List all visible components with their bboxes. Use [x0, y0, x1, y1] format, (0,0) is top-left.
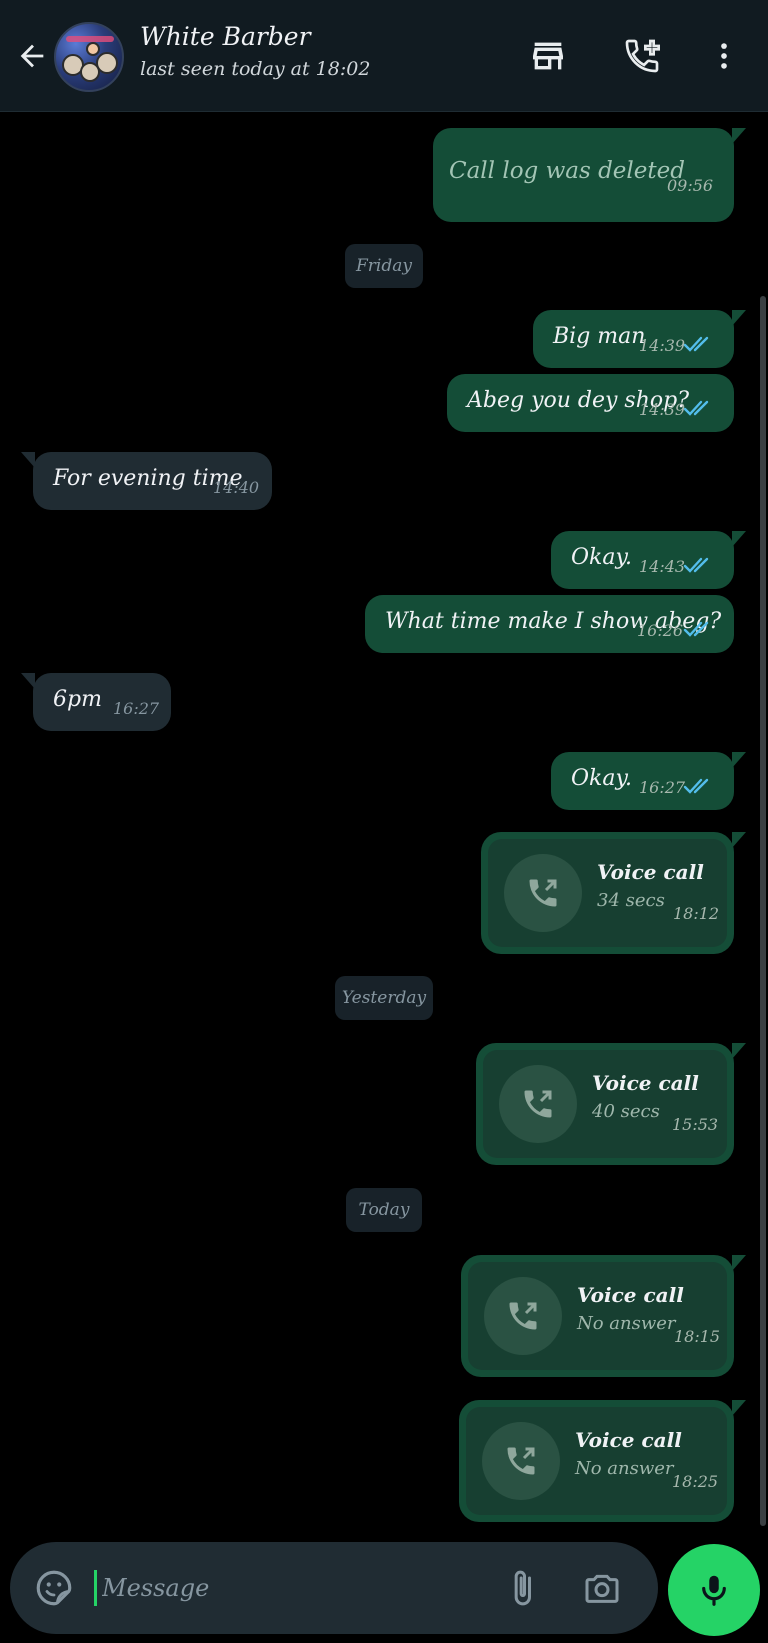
- message-composer: [10, 1542, 658, 1634]
- call-title: Voice call: [592, 1071, 699, 1095]
- voice-call-card[interactable]: Voice call 34 secs 18:12: [481, 832, 746, 954]
- outgoing-call-icon: [504, 854, 582, 932]
- call-time: 18:15: [674, 1327, 721, 1346]
- contact-name[interactable]: White Barber: [140, 22, 311, 51]
- call-duration: 34 secs: [597, 890, 665, 911]
- message-time: 16:27: [639, 778, 686, 797]
- message-text: Big man: [553, 324, 646, 349]
- date-chip-label: Friday: [356, 256, 412, 276]
- message-text: Okay.: [571, 545, 632, 570]
- call-time: 15:53: [672, 1115, 719, 1134]
- message-bubble-out[interactable]: Call log was deleted 09:56: [433, 128, 746, 222]
- message-text: Call log was deleted: [449, 158, 685, 184]
- date-chip: Yesterday: [335, 976, 433, 1020]
- mic-icon[interactable]: [668, 1544, 760, 1636]
- message-text: 6pm: [53, 687, 102, 712]
- message-bubble-in[interactable]: For evening time 14:40: [21, 452, 272, 510]
- voice-call-card[interactable]: Voice call 40 secs 15:53: [476, 1043, 746, 1165]
- call-title: Voice call: [597, 860, 704, 884]
- outgoing-call-icon: [499, 1065, 577, 1143]
- chat-header: White Barber last seen today at 18:02: [0, 0, 768, 112]
- message-text: Okay.: [571, 766, 632, 791]
- message-bubble-out[interactable]: Big man 14:39: [533, 310, 746, 368]
- message-bubble-out[interactable]: Abeg you dey shop? 14:39: [447, 374, 734, 432]
- missed-outgoing-call-icon: [484, 1277, 562, 1355]
- add-call-icon[interactable]: [620, 34, 664, 78]
- voice-call-card[interactable]: Voice call No answer 18:25: [459, 1400, 746, 1522]
- message-time: 16:26: [637, 621, 684, 640]
- text-caret: [94, 1570, 97, 1606]
- call-status: No answer: [577, 1313, 676, 1334]
- message-time: 14:39: [639, 400, 686, 419]
- back-arrow-icon[interactable]: [10, 34, 54, 78]
- camera-icon[interactable]: [578, 1564, 626, 1612]
- voice-call-card[interactable]: Voice call No answer 18:15: [461, 1255, 746, 1377]
- date-chip: Today: [346, 1188, 422, 1232]
- avatar[interactable]: [54, 22, 124, 92]
- call-duration: 40 secs: [592, 1101, 660, 1122]
- read-receipt-icon: [683, 778, 709, 794]
- call-time: 18:12: [673, 904, 720, 923]
- sticker-emoji-icon[interactable]: [30, 1564, 78, 1612]
- read-receipt-icon: [683, 336, 709, 352]
- call-title: Voice call: [575, 1428, 682, 1452]
- read-receipt-icon: [683, 557, 709, 573]
- call-time: 18:25: [672, 1472, 719, 1491]
- message-bubble-out[interactable]: Okay. 16:27: [551, 752, 746, 810]
- message-bubble-out[interactable]: Okay. 14:43: [551, 531, 746, 589]
- message-bubble-in[interactable]: 6pm 16:27: [21, 673, 171, 731]
- message-input[interactable]: [102, 1564, 462, 1612]
- call-status: No answer: [575, 1458, 674, 1479]
- last-seen-status: last seen today at 18:02: [140, 58, 371, 80]
- message-time: 14:39: [639, 336, 686, 355]
- message-time: 14:43: [639, 557, 686, 576]
- message-time: 14:40: [213, 478, 260, 497]
- call-title: Voice call: [577, 1283, 684, 1307]
- message-bubble-out[interactable]: What time make I show abeg? 16:26: [365, 595, 734, 653]
- missed-outgoing-call-icon: [482, 1422, 560, 1500]
- store-icon[interactable]: [526, 34, 570, 78]
- paperclip-icon[interactable]: [498, 1564, 546, 1612]
- scrollbar[interactable]: [760, 296, 766, 1526]
- more-vert-icon[interactable]: [702, 34, 746, 78]
- message-time: 09:56: [667, 176, 714, 195]
- read-receipt-icon: [683, 400, 709, 416]
- read-receipt-icon: [683, 621, 709, 637]
- message-time: 16:27: [113, 699, 160, 718]
- date-chip: Friday: [345, 244, 423, 288]
- date-chip-label: Today: [358, 1200, 410, 1220]
- date-chip-label: Yesterday: [341, 988, 427, 1008]
